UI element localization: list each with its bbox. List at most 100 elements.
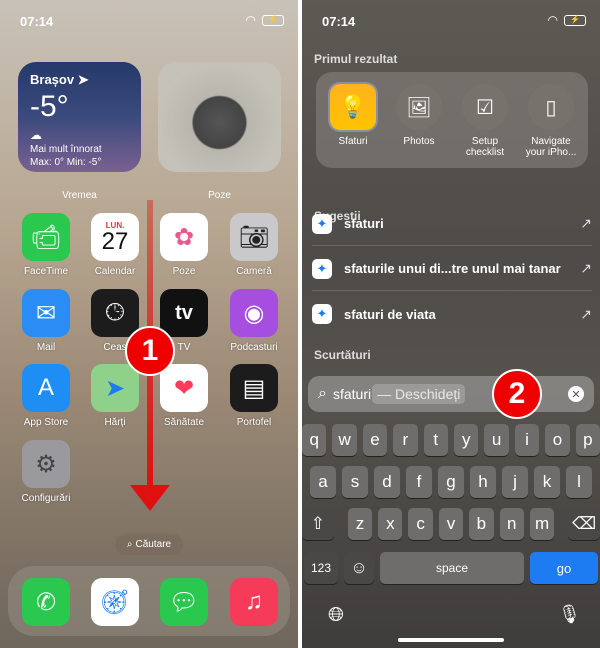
top-hit-navigate-iphone[interactable]: ▯ Navigate your iPho... [518, 84, 584, 158]
photos-widget-label: Poze [208, 190, 231, 201]
globe-icon[interactable]: 🌐︎ [328, 604, 344, 627]
app-podcasts[interactable]: ◉ [230, 289, 278, 337]
key-y[interactable]: y [454, 424, 479, 456]
label: Sfaturi [338, 136, 368, 147]
step-badge-1: 1 [125, 326, 175, 376]
location-arrow-icon: ➤ [77, 72, 89, 87]
app-maps[interactable]: ➤ [91, 364, 139, 412]
key-h[interactable]: h [470, 466, 496, 498]
app-label: Podcasturi [230, 342, 278, 353]
key-d[interactable]: d [374, 466, 400, 498]
weather-widget[interactable]: Brașov ➤ -5° ☁ Mai mult înnorat Max: 0° … [18, 62, 141, 172]
key-m[interactable]: m [529, 508, 555, 540]
key-e[interactable]: e [362, 424, 388, 456]
go-key[interactable]: go [530, 552, 598, 584]
app-mail[interactable]: ✉ [22, 289, 70, 337]
app-wallet[interactable]: ▤ [230, 364, 278, 412]
app-appstore[interactable]: A [22, 364, 70, 412]
photos-widget[interactable] [158, 62, 281, 172]
app-appletv[interactable]: tv [160, 289, 208, 337]
key-w[interactable]: w [332, 424, 357, 456]
top-hit-title: Primul rezultat [314, 52, 398, 66]
search-pill[interactable]: ⌕ Căutare [115, 534, 183, 555]
top-hit-photos[interactable]: 🖼 Photos [386, 84, 452, 147]
phone-icon: ✆ [35, 588, 57, 616]
dock-messages[interactable]: 💬︎ [160, 578, 208, 626]
shift-key[interactable]: ⇧ [302, 508, 334, 540]
app-facetime[interactable]: 📹︎ [22, 213, 70, 261]
swipe-arrow-head [130, 485, 170, 511]
suggestion-text: sfaturi de viata [344, 306, 436, 322]
key-j[interactable]: j [502, 466, 528, 498]
suggestion-row[interactable]: ✦ sfaturi ↗ [312, 202, 592, 246]
app-label: Sănătate [163, 417, 205, 428]
key-o[interactable]: o [545, 424, 570, 456]
key-l[interactable]: l [566, 466, 592, 498]
app-calendar[interactable]: LUN. 27 [91, 213, 139, 261]
app-photos[interactable]: ✿ [160, 213, 208, 261]
search-input[interactable]: ⌕ sfaturi — Deschideți ✕ [308, 376, 594, 412]
settings-icon: ⚙ [35, 450, 57, 478]
key-x[interactable]: x [378, 508, 403, 540]
app-label: Hărți [104, 417, 126, 428]
key-b[interactable]: b [469, 508, 494, 540]
key-f[interactable]: f [406, 466, 432, 498]
key-g[interactable]: g [438, 466, 464, 498]
key-p[interactable]: p [575, 424, 600, 456]
weather-range: Max: 0° Min: -5° [30, 157, 102, 168]
key-k[interactable]: k [534, 466, 560, 498]
key-c[interactable]: c [408, 508, 433, 540]
suggestion-text: sfaturi [344, 216, 384, 231]
weather-temp: -5° [30, 90, 69, 123]
arrow-up-right-icon: ↗ [580, 260, 592, 276]
suggestion-row[interactable]: ✦ sfaturile unui di...tre unul mai tanar ↗ [312, 247, 592, 291]
status-icons: ◠ ⚡ [548, 13, 586, 27]
delete-key[interactable]: ⌫ [568, 508, 600, 540]
top-hit-sfaturi[interactable]: 💡 Sfaturi [320, 84, 386, 147]
key-t[interactable]: t [423, 424, 448, 456]
search-pill-label: Căutare [135, 539, 172, 550]
photos-icon: 🖼 [396, 84, 442, 130]
clear-icon[interactable]: ✕ [568, 386, 584, 402]
dock-phone[interactable]: ✆ [22, 578, 70, 626]
key-n[interactable]: n [499, 508, 524, 540]
suggestion-row[interactable]: ✦ sfaturi de viata ↗ [312, 292, 592, 336]
shortcuts-title: Scurtături [314, 348, 371, 362]
microphone-icon[interactable]: 🎙︎ [558, 604, 581, 625]
key-q[interactable]: q [302, 424, 327, 456]
health-icon: ❤ [173, 374, 195, 402]
key-s[interactable]: s [342, 466, 368, 498]
search-icon: ⌕ [126, 539, 133, 550]
app-clock[interactable]: 🕒︎ [91, 289, 139, 337]
label: checklist [465, 147, 505, 158]
app-health[interactable]: ❤ [160, 364, 208, 412]
numbers-key[interactable]: 123 [304, 552, 338, 584]
key-i[interactable]: i [514, 424, 540, 456]
suggestion-text: sfaturile unui di...tre unul mai tanar [344, 261, 561, 276]
space-key[interactable]: space [380, 552, 524, 584]
key-a[interactable]: a [310, 466, 336, 498]
safari-icon: 🧭︎ [99, 588, 131, 616]
home-indicator [398, 638, 504, 642]
emoji-key[interactable]: ☺ [344, 552, 374, 584]
appstore-icon: A [37, 374, 54, 401]
app-camera[interactable]: 📷︎ [230, 213, 278, 261]
key-v[interactable]: v [438, 508, 464, 540]
podcasts-icon: ◉ [243, 299, 265, 327]
safari-icon: ✦ [312, 258, 332, 279]
key-r[interactable]: r [393, 424, 418, 456]
weather-widget-label: Vremea [62, 190, 97, 201]
dock-music[interactable]: ♫ [230, 578, 278, 626]
top-hit-setup-checklist[interactable]: ☑ Setup checklist [452, 84, 518, 158]
label: Setup [471, 136, 499, 147]
weather-city: Brașov [30, 72, 75, 87]
key-z[interactable]: z [347, 508, 373, 540]
battery-icon: ⚡ [564, 14, 586, 26]
key-u[interactable]: u [484, 424, 509, 456]
app-label: Configurări [21, 493, 71, 504]
search-icon: ⌕ [318, 385, 327, 402]
app-settings[interactable]: ⚙ [22, 440, 70, 488]
dock-safari[interactable]: 🧭︎ [91, 578, 139, 626]
keyboard: qwertyuiop asdfghjkl ⇧ z x c v b n m ⌫ 123 ☺ spa… [302, 418, 600, 648]
app-label: Mail [36, 342, 56, 353]
